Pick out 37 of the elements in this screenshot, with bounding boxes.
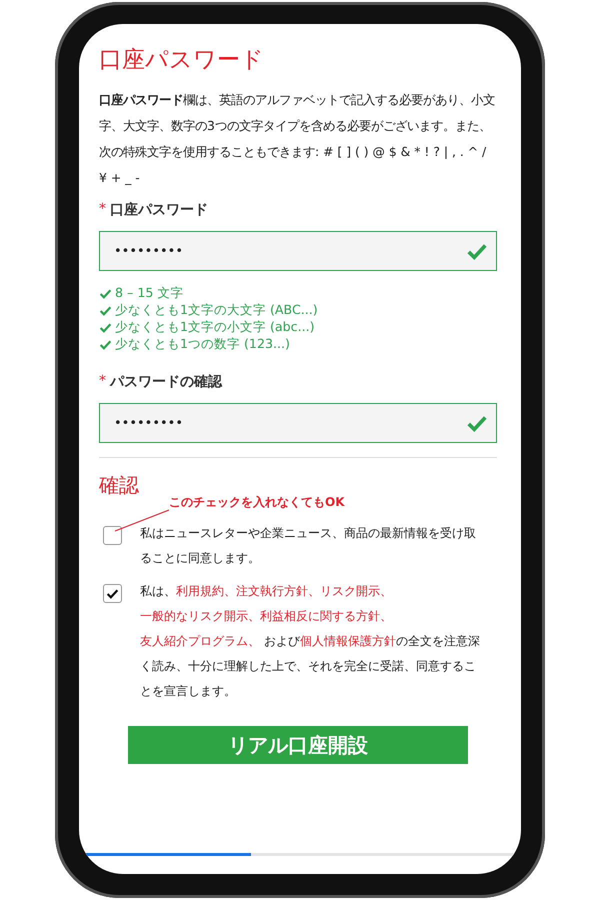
password-field[interactable]: ••••••••• <box>99 403 497 443</box>
requirement-text: 少なくとも1文字の大文字 (ABC...) <box>115 302 318 319</box>
requirement-text: 少なくとも1文字の小文字 (abc...) <box>115 319 314 336</box>
policy-link[interactable]: 、 <box>380 584 392 598</box>
page-title: 口座パスワード <box>99 46 265 75</box>
policy-link[interactable]: 友人紹介プログラム <box>140 634 248 648</box>
policy-link[interactable]: 利用規約 <box>176 584 224 598</box>
field-label: パスワードの確認 <box>110 373 222 391</box>
required-asterisk: * <box>99 201 106 219</box>
check-icon <box>106 587 119 600</box>
requirement-text: 少なくとも1つの数字 (123...) <box>115 336 290 353</box>
policy-link[interactable]: 、 <box>248 634 260 648</box>
policy-link[interactable]: 一般的なリスク開示 <box>140 609 248 623</box>
requirement-text: 8 – 15 文字 <box>115 285 184 302</box>
checkbox[interactable] <box>103 584 122 603</box>
policy-link[interactable]: 利益相反に関する方針 <box>260 609 380 623</box>
annotation-text: このチェックを入れなくてもOK <box>169 494 344 511</box>
consent-text: 私は、利用規約、注文執行方針、リスク開示、 一般的なリスク開示、利益相反に関する方針、 友人紹介プログラム、 および個人情報保護方針の全文を注意深く読み、十分に理解した上で、それを完全に受諾、同意することを宣言します。 <box>140 583 480 700</box>
policy-link[interactable]: 注文執行方針 <box>236 584 308 598</box>
check-icon <box>99 338 112 351</box>
check-icon <box>99 304 112 317</box>
open-account-button[interactable]: リアル口座開設 <box>128 726 468 764</box>
policy-link[interactable]: 個人情報保護方針 <box>300 634 396 648</box>
policy-link[interactable]: 、 <box>224 584 236 598</box>
check-icon <box>99 321 112 334</box>
check-icon <box>99 287 112 300</box>
section-heading: 確認 <box>99 472 140 499</box>
intro-text: 口座パスワード欄は、英語のアルファベットで記入する必要があり、小文字、大文字、数字の3つの文字タイプを含める必要がございます。また、次の特殊文字を使用することもできます: # [ ] ( ) @ $ & * ! ? | , . ^ / ¥ + _ - <box>99 91 496 187</box>
policy-link[interactable]: リスク開示 <box>320 584 380 598</box>
required-asterisk: * <box>99 373 106 391</box>
checkbox[interactable] <box>103 526 122 545</box>
password-field[interactable]: ••••••••• <box>99 231 497 271</box>
consent-text: 私はニュースレターや企業ニュース、商品の最新情報を受け取ることに同意します。 <box>140 525 477 567</box>
policy-link[interactable]: 、 <box>248 609 260 623</box>
policy-link[interactable]: 、 <box>308 584 320 598</box>
policy-link[interactable]: 、 <box>380 609 392 623</box>
field-label: 口座パスワード <box>110 201 208 219</box>
